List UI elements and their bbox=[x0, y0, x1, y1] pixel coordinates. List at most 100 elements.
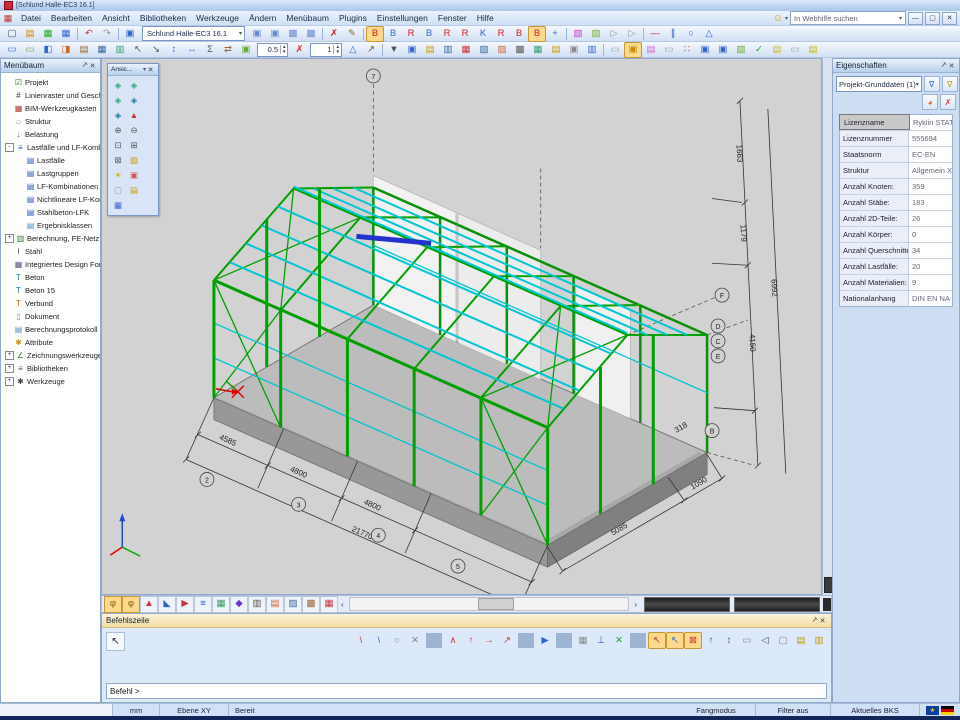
toolbar-button[interactable]: ○ bbox=[682, 26, 700, 42]
toolbar-button[interactable]: B bbox=[528, 26, 546, 42]
toolbar-button[interactable]: ▨ bbox=[587, 26, 605, 42]
toolbar-button[interactable]: ∷ bbox=[678, 42, 696, 58]
view-tool-button[interactable]: ⊡ bbox=[110, 138, 126, 153]
toolbar-button[interactable]: △ bbox=[344, 42, 362, 58]
toolbar-button[interactable]: ▦ bbox=[457, 42, 475, 58]
snap-toggle-button[interactable]: → bbox=[480, 632, 498, 649]
menu-item[interactable]: Ändern bbox=[244, 12, 281, 24]
toolbar-button[interactable]: ▭ bbox=[786, 42, 804, 58]
status-snap-mode[interactable]: Fangmodus bbox=[677, 704, 756, 716]
toolbar-button[interactable]: ▤ bbox=[75, 42, 93, 58]
toolbar-button[interactable]: ⇄ bbox=[219, 42, 237, 58]
toolbar-button[interactable]: ▦ bbox=[39, 26, 57, 42]
snap-toggle-button[interactable]: ⊠ bbox=[684, 632, 702, 649]
tree-item[interactable]: ▤ Lastfälle bbox=[1, 154, 100, 167]
toolbar-button[interactable]: ✗ bbox=[325, 26, 343, 42]
property-row[interactable]: Anzahl Stäbe: 183 bbox=[840, 195, 952, 211]
toolbar-button[interactable]: ▤ bbox=[421, 42, 439, 58]
snap-toggle-button[interactable]: ↑ bbox=[462, 632, 480, 649]
toolbar-button[interactable]: B bbox=[366, 26, 384, 42]
tree-item[interactable]: I Stahl bbox=[1, 245, 100, 258]
snap-toggle-button[interactable]: ◁ bbox=[756, 632, 774, 649]
tree-item[interactable]: ▤ Lastgruppen bbox=[1, 167, 100, 180]
toolbar-button[interactable]: ▥ bbox=[111, 42, 129, 58]
scale-spinner[interactable]: 0.5 ▲▼ bbox=[257, 43, 288, 57]
properties-category-combo[interactable]: Projekt-Grunddaten (1) ▾ bbox=[836, 76, 922, 92]
toolbar-button[interactable]: ▭ bbox=[21, 42, 39, 58]
tree-item[interactable]: ☑ Projekt bbox=[1, 76, 100, 89]
toolbar-button[interactable]: ▭ bbox=[660, 42, 678, 58]
toolbar-button[interactable]: ▨ bbox=[493, 42, 511, 58]
toolbar-button[interactable]: ▣ bbox=[266, 26, 284, 42]
view-tool-button[interactable]: ▢ bbox=[110, 183, 126, 198]
toolbar-button[interactable]: ▦ bbox=[57, 26, 75, 42]
tree-item[interactable]: T Beton 15 bbox=[1, 284, 100, 297]
tree-expander-icon[interactable] bbox=[5, 118, 12, 125]
filter-tool-button[interactable]: ∇ bbox=[924, 76, 940, 92]
tree-expander-icon[interactable] bbox=[5, 339, 12, 346]
tree-item[interactable]: - ≡ Lastfälle und LF-Kombinatic bbox=[1, 141, 100, 154]
toolbar-button[interactable]: ▣ bbox=[121, 26, 139, 42]
toolbar-button[interactable]: ↷ bbox=[98, 26, 116, 42]
toolbar-button[interactable]: ↘ bbox=[147, 42, 165, 58]
snap-toggle-button[interactable]: ▢ bbox=[774, 632, 792, 649]
toolbar-button[interactable]: ✎ bbox=[343, 26, 361, 42]
tree-item[interactable]: ▤ Nichtlineare LF-Kombin bbox=[1, 193, 100, 206]
snap-toggle-button[interactable] bbox=[518, 633, 534, 648]
help-dropdown-icon[interactable]: ▾ bbox=[785, 15, 788, 22]
menu-item[interactable]: Bearbeiten bbox=[46, 12, 97, 24]
view-tab[interactable]: φ bbox=[104, 596, 122, 613]
tree-expander-icon[interactable] bbox=[17, 170, 24, 177]
toolbar-button[interactable]: ▣ bbox=[237, 42, 255, 58]
property-row[interactable]: Anzahl Lastfälle: 20 bbox=[840, 259, 952, 275]
toolbar-button[interactable]: ▧ bbox=[732, 42, 750, 58]
view-tool-button[interactable]: ⊞ bbox=[126, 138, 142, 153]
tree-expander-icon[interactable]: + bbox=[5, 351, 14, 360]
tree-item[interactable]: + ✱ Werkzeuge bbox=[1, 375, 100, 388]
close-button[interactable]: ✕ bbox=[942, 12, 957, 25]
toolbar-button[interactable]: ↶ bbox=[80, 26, 98, 42]
toolbar-button[interactable]: + bbox=[546, 26, 564, 42]
toolbar-button[interactable]: ▤ bbox=[21, 26, 39, 42]
toolbar-button[interactable]: ▣ bbox=[403, 42, 421, 58]
tree-item[interactable]: # Linienraster und Geschosse bbox=[1, 89, 100, 102]
view-tab[interactable]: ◣ bbox=[158, 596, 176, 613]
view-tab[interactable]: ≡ bbox=[194, 596, 212, 613]
view-tool-button[interactable]: ⊖ bbox=[126, 123, 142, 138]
snap-toggle-button[interactable]: \ bbox=[352, 632, 370, 649]
toolbar-button[interactable]: ▢ bbox=[3, 26, 21, 42]
tree-expander-icon[interactable]: + bbox=[5, 364, 14, 373]
palette-close-icon[interactable]: ✕ bbox=[146, 66, 155, 74]
tree-expander-icon[interactable] bbox=[5, 300, 12, 307]
tab-scroll-right-icon[interactable]: › bbox=[631, 600, 640, 609]
horizontal-scroll-thumb[interactable] bbox=[478, 598, 514, 610]
tree-item[interactable]: ✱ Attribute bbox=[1, 336, 100, 349]
toolbar-button[interactable]: ▦ bbox=[93, 42, 111, 58]
toolbar-button[interactable]: ▭ bbox=[3, 42, 21, 58]
toolbar-button[interactable] bbox=[382, 44, 383, 56]
view-tab[interactable]: ▦ bbox=[320, 596, 338, 613]
combo-arrow-icon[interactable]: ▾ bbox=[916, 81, 919, 88]
toolbar-button[interactable]: ▤ bbox=[804, 42, 822, 58]
spinner-arrows-icon[interactable]: ▲▼ bbox=[280, 45, 287, 54]
snap-toggle-button[interactable]: ↖ bbox=[648, 632, 666, 649]
snap-toggle-button[interactable] bbox=[426, 633, 442, 648]
snap-toggle-button[interactable]: \ bbox=[370, 632, 388, 649]
toolbar-button[interactable]: ↖ bbox=[129, 42, 147, 58]
toolbar-button[interactable]: R bbox=[456, 26, 474, 42]
render-preview-bar[interactable] bbox=[734, 597, 820, 612]
tree-expander-icon[interactable] bbox=[5, 287, 12, 294]
toolbar-button[interactable]: ▣ bbox=[565, 42, 583, 58]
snap-toggle-button[interactable]: ⊥ bbox=[592, 632, 610, 649]
menu-item[interactable]: Plugins bbox=[334, 12, 372, 24]
view-tab[interactable]: ▲ bbox=[140, 596, 158, 613]
view-tool-button[interactable]: ◈ bbox=[110, 78, 126, 93]
toolbar-button[interactable] bbox=[566, 28, 567, 40]
tree-expander-icon[interactable] bbox=[5, 313, 12, 320]
tree-item[interactable]: ▦ Integriertes Design Forms bbox=[1, 258, 100, 271]
menu-item[interactable]: Einstellungen bbox=[372, 12, 433, 24]
toolbar-button[interactable]: ▣ bbox=[248, 26, 266, 42]
toolbar-button[interactable] bbox=[643, 28, 644, 40]
view-tab[interactable]: ▤ bbox=[266, 596, 284, 613]
toolbar-button[interactable]: ▥ bbox=[583, 42, 601, 58]
